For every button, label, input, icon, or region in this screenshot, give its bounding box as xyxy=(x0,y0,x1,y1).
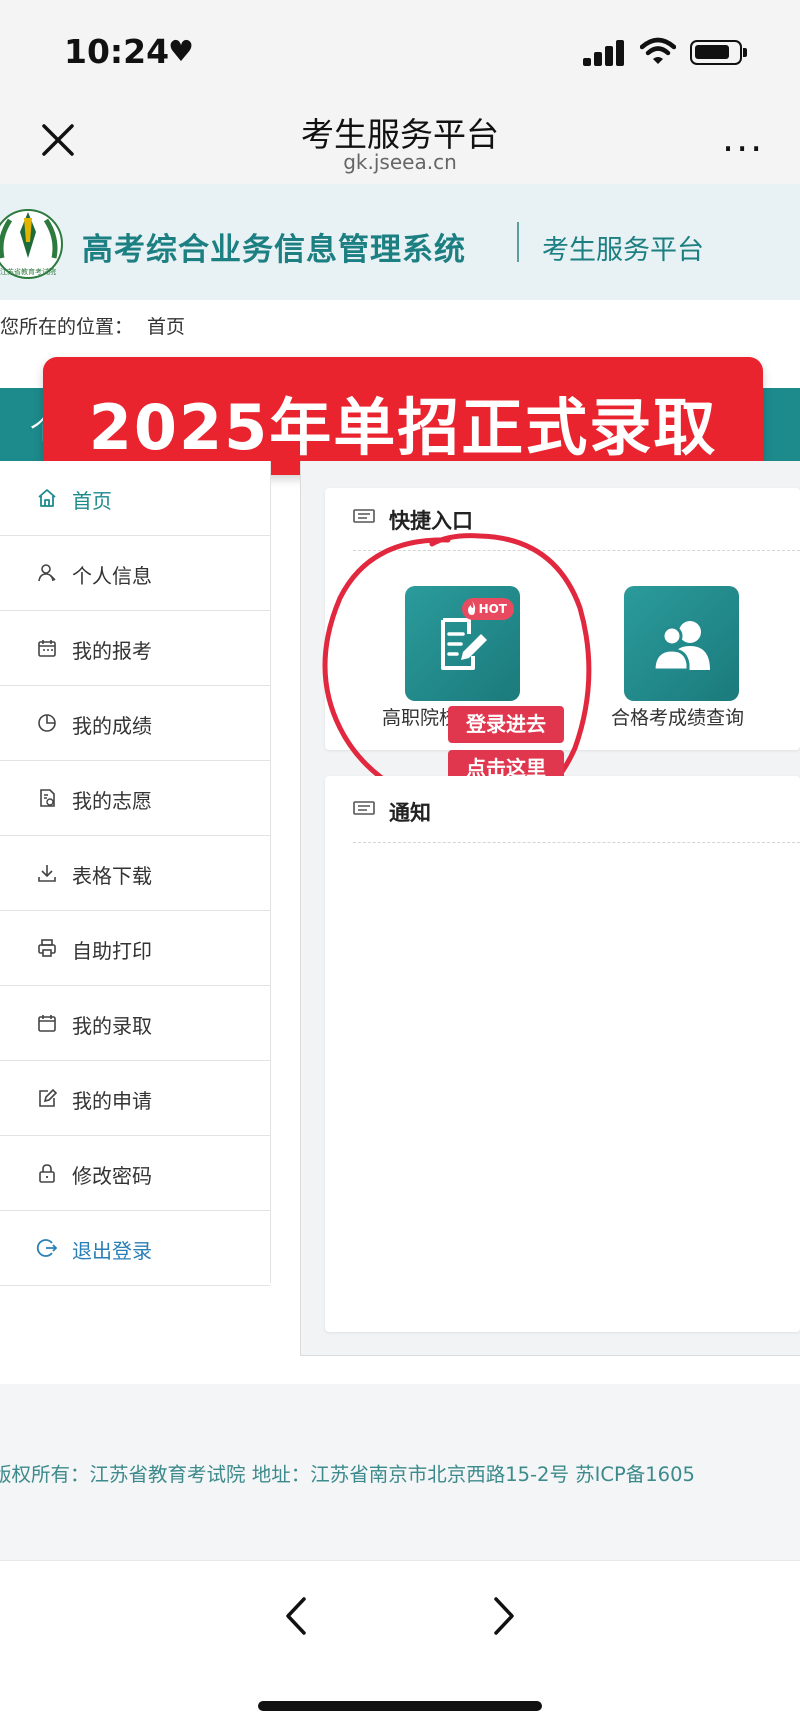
browser-header: 考生服务平台 gk.jseea.cn ... xyxy=(0,100,800,184)
sidebar-item-change-password[interactable]: 修改密码 xyxy=(0,1136,270,1211)
signal-icon xyxy=(583,40,625,66)
logo-icon: 江苏省教育考试院 xyxy=(0,209,63,279)
browser-title: 考生服务平台 xyxy=(301,115,499,154)
sidebar-item-label: 自助打印 xyxy=(72,939,152,963)
flame-icon xyxy=(468,601,476,615)
promo-banner-text: 2025年单招正式录取 xyxy=(88,391,718,464)
battery-icon xyxy=(690,40,747,65)
more-menu-icon[interactable]: ... xyxy=(722,119,764,157)
sidebar-item-downloads[interactable]: 表格下载 xyxy=(0,836,270,911)
browser-nav xyxy=(0,1560,800,1730)
chevron-right-icon[interactable] xyxy=(486,1591,522,1641)
home-icon xyxy=(38,489,56,507)
download-icon xyxy=(38,865,56,882)
lock-icon xyxy=(39,1164,55,1183)
message-icon xyxy=(353,509,375,523)
chevron-left-icon[interactable] xyxy=(278,1591,314,1641)
calendar-icon xyxy=(38,640,56,657)
sidebar-item-label: 退出登录 xyxy=(72,1239,152,1263)
document-icon xyxy=(40,789,55,807)
sidebar-item-label: 我的录取 xyxy=(72,1014,152,1038)
sidebar-item-preferences[interactable]: 我的志愿 xyxy=(0,761,270,836)
sidebar-item-logout[interactable]: 退出登录 xyxy=(0,1211,270,1286)
sidebar-item-admission[interactable]: 我的录取 xyxy=(0,986,270,1061)
breadcrumb: 您所在的位置： 首页 xyxy=(0,312,185,339)
platform-name: 考生服务平台 xyxy=(542,235,704,266)
tile-label[interactable]: 合格考成绩查询 xyxy=(611,703,744,730)
sidebar-item-applications[interactable]: 我的申请 xyxy=(0,1061,270,1136)
sidebar-item-label: 我的成绩 xyxy=(72,714,152,738)
svg-text:江苏省教育考试院: 江苏省教育考试院 xyxy=(0,267,56,276)
site-header: 江苏省教育考试院 高考综合业务信息管理系统 考生服务平台 xyxy=(0,184,800,300)
home-indicator xyxy=(258,1701,542,1711)
panel-divider xyxy=(353,550,800,551)
sidebar-item-home[interactable]: 首页 xyxy=(0,461,270,536)
heart-icon: ♥ xyxy=(168,34,194,68)
tile-label[interactable]: 高职院校 xyxy=(382,703,458,730)
sidebar-item-registration[interactable]: 我的报考 xyxy=(0,611,270,686)
notice-panel xyxy=(325,776,800,1332)
message-icon xyxy=(353,801,375,815)
logout-icon xyxy=(36,1239,58,1257)
sidebar: 首页 个人信息 我的报考 我的成绩 我的志愿 表格下载 自助打印 我的录取 我的… xyxy=(0,461,271,1286)
panel-divider xyxy=(353,842,800,843)
sidebar-item-label: 首页 xyxy=(72,489,112,513)
sidebar-item-label: 个人信息 xyxy=(72,564,152,588)
status-bar: 10:24 ♥ xyxy=(0,0,800,100)
breadcrumb-current[interactable]: 首页 xyxy=(147,316,185,338)
edit-note-icon xyxy=(441,618,487,670)
quick-entry-title: 快捷入口 xyxy=(389,509,473,533)
footer-text: 版权所有：江苏省教育考试院 地址：江苏省南京市北京西路15-2号 苏ICP备16… xyxy=(0,1463,695,1486)
sidebar-item-print[interactable]: 自助打印 xyxy=(0,911,270,986)
sidebar-item-label: 修改密码 xyxy=(72,1164,152,1188)
status-time: 10:24 xyxy=(64,32,170,71)
system-name: 高考综合业务信息管理系统 xyxy=(82,232,466,268)
sidebar-item-label: 我的志愿 xyxy=(72,789,152,813)
tile-qualification-score-query[interactable] xyxy=(624,586,739,701)
sidebar-item-label: 表格下载 xyxy=(72,864,152,888)
footer: 版权所有：江苏省教育考试院 地址：江苏省南京市北京西路15-2号 苏ICP备16… xyxy=(0,1384,800,1560)
sidebar-item-label: 我的申请 xyxy=(72,1089,152,1113)
sidebar-item-label: 我的报考 xyxy=(72,639,152,663)
edit-icon xyxy=(39,1088,58,1107)
promo-banner: 2025年单招正式录取 xyxy=(43,357,763,475)
calendar-check-icon xyxy=(38,1015,56,1032)
notice-title: 通知 xyxy=(389,801,431,825)
user-icon xyxy=(38,564,56,582)
users-icon xyxy=(652,621,710,670)
sidebar-item-scores[interactable]: 我的成绩 xyxy=(0,686,270,761)
printer-icon xyxy=(38,939,56,957)
header-divider xyxy=(517,222,519,262)
pie-chart-icon xyxy=(38,714,56,732)
browser-url: gk.jseea.cn xyxy=(343,150,457,174)
breadcrumb-label: 您所在的位置： xyxy=(0,316,134,338)
sidebar-item-profile[interactable]: 个人信息 xyxy=(0,536,270,611)
wifi-icon xyxy=(640,37,676,64)
annotation-tag-login: 登录进去 xyxy=(448,706,564,743)
